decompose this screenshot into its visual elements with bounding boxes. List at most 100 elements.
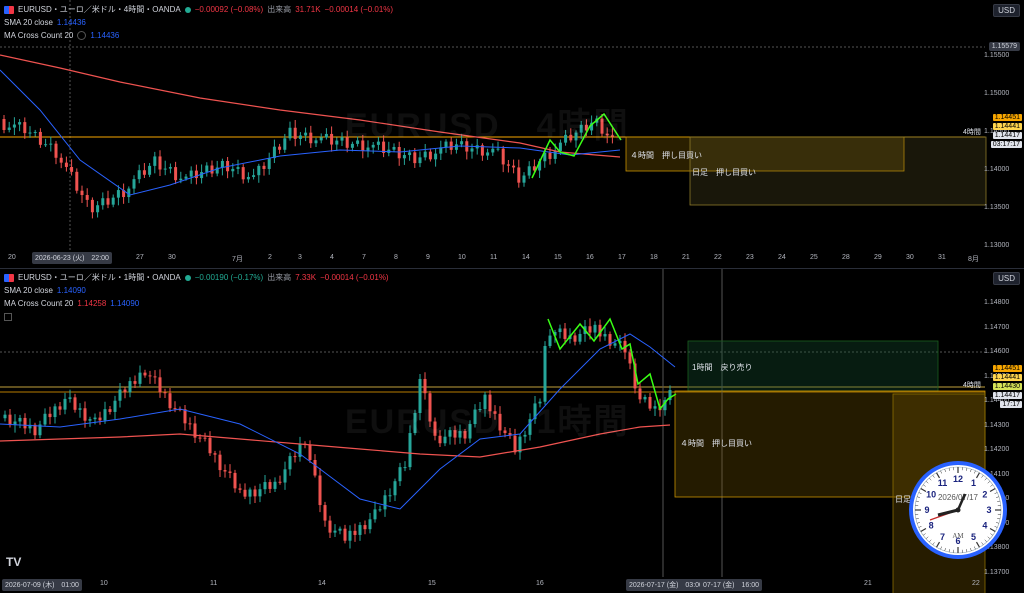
clock-date: 2026/07/17 xyxy=(938,493,979,502)
tradingview-logo[interactable]: TV xyxy=(6,555,21,569)
time-tick: 14 xyxy=(318,580,326,587)
candle-body xyxy=(143,170,146,175)
ma-cross-label[interactable]: MA Cross Count 20 xyxy=(4,29,73,42)
ma-cross-value-2: 1.14090 xyxy=(110,297,139,310)
annotation-1h-sell: 1時間 戻り売り xyxy=(692,362,752,373)
currency-selector[interactable]: USD xyxy=(993,4,1020,17)
symbol-title[interactable]: EURUSD・ユーロ／米ドル・1時間・OANDA xyxy=(18,271,181,284)
ma-cross-label[interactable]: MA Cross Count 20 xyxy=(4,297,73,310)
time-tick: 17 xyxy=(618,254,626,261)
candle-body xyxy=(74,397,77,409)
candle-body xyxy=(319,476,322,506)
price-box: 03:17:17 xyxy=(991,141,1022,148)
time-tick: 22 xyxy=(714,254,722,261)
candle-body xyxy=(185,177,188,179)
candle-body xyxy=(263,166,266,169)
candle-body xyxy=(359,525,362,535)
price-box: 1.14430 xyxy=(993,383,1022,390)
candle-body xyxy=(419,157,422,163)
candle-body xyxy=(517,167,520,182)
candle-body xyxy=(404,467,407,468)
price-tick: 1.15000 xyxy=(981,90,1024,97)
candle-body xyxy=(394,481,397,495)
candle-body xyxy=(60,158,63,163)
candle-body xyxy=(497,149,500,150)
symbol-title[interactable]: EURUSD・ユーロ／米ドル・4時間・OANDA xyxy=(18,3,181,16)
time-tick: 3 xyxy=(298,254,302,261)
sma-value: 1.14090 xyxy=(57,284,86,297)
side-tag-1h: 4時間 xyxy=(963,380,981,390)
candle-body xyxy=(219,455,222,470)
candle-body xyxy=(9,415,12,425)
currency-selector[interactable]: USD xyxy=(993,272,1020,285)
sma-label[interactable]: SMA 20 close xyxy=(4,16,53,29)
candle-body xyxy=(471,148,474,151)
chart-pane-4h[interactable]: EURUSD 4時間 EURUSD・ユーロ／米ドル・4時間・OANDA −0.0… xyxy=(0,0,1024,268)
svg-text:4: 4 xyxy=(982,521,987,531)
market-status-icon xyxy=(185,275,191,281)
time-tick: 28 xyxy=(842,254,850,261)
candle-body xyxy=(279,482,282,483)
candle-body xyxy=(109,409,112,412)
time-tick: 24 xyxy=(778,254,786,261)
candle-body xyxy=(148,166,151,175)
time-tick: 27 xyxy=(136,254,144,261)
candle-body xyxy=(239,488,242,489)
candle-body xyxy=(554,151,557,159)
analog-clock: 123456789101112 2026/07/17 AM xyxy=(908,460,1008,560)
chart-pane-1h[interactable]: EURUSD 1時間 EURUSD・ユーロ／米ドル・1時間・OANDA −0.0… xyxy=(0,268,1024,593)
sma-label[interactable]: SMA 20 close xyxy=(4,284,53,297)
hide-icon[interactable] xyxy=(77,31,86,40)
candle-body xyxy=(234,473,237,488)
candle-body xyxy=(104,409,107,420)
candle-body xyxy=(94,418,97,420)
time-tick: 7月 xyxy=(232,254,243,264)
volume-label: 出来高 xyxy=(267,3,291,16)
candle-body xyxy=(278,147,281,150)
candle-body xyxy=(367,148,370,151)
price-tick: 1.14800 xyxy=(981,299,1024,306)
candle-body xyxy=(54,406,57,417)
candle-body xyxy=(159,377,162,392)
candle-body xyxy=(119,390,122,401)
candle-body xyxy=(138,170,141,179)
crosshair-date-4h: 2026-06-23 (火) 22:00 xyxy=(32,252,112,264)
candle-body xyxy=(91,200,94,212)
candle-body xyxy=(408,152,411,155)
candle-body xyxy=(49,414,52,417)
price-tick: 1.13000 xyxy=(981,242,1024,249)
volume-value: 7.33K xyxy=(295,271,316,284)
price-change: −0.00092 (−0.08%) xyxy=(195,3,264,16)
watermark-4h: EURUSD 4時間 xyxy=(345,98,629,147)
price-box: 1.14441 xyxy=(993,123,1022,130)
candle-body xyxy=(574,335,577,341)
time-tick: 9 xyxy=(426,254,430,261)
time-tick: 25 xyxy=(810,254,818,261)
price-tick: 1.13500 xyxy=(981,204,1024,211)
candle-body xyxy=(304,133,307,136)
candle-body xyxy=(89,419,92,421)
candle-body xyxy=(13,125,16,128)
candle-body xyxy=(79,408,82,410)
candle-body xyxy=(96,205,99,212)
candle-body xyxy=(413,152,416,163)
candle-body xyxy=(134,381,137,384)
candle-body xyxy=(129,381,132,392)
candle-body xyxy=(374,509,377,519)
candle-body xyxy=(589,326,592,332)
candle-body xyxy=(614,343,617,345)
candle-body xyxy=(221,161,224,168)
svg-text:8: 8 xyxy=(929,521,934,531)
candle-body xyxy=(75,172,78,191)
candle-body xyxy=(349,531,352,541)
candle-body xyxy=(335,141,338,145)
price-box: 1.14417 xyxy=(993,392,1022,399)
time-tick: 11 xyxy=(490,254,497,261)
collapse-icon[interactable] xyxy=(4,313,12,321)
price-tick: 1.15500 xyxy=(981,52,1024,59)
volume-value: 31.71K xyxy=(295,3,320,16)
time-tick: 29 xyxy=(874,254,882,261)
svg-text:2: 2 xyxy=(982,490,987,500)
candle-body xyxy=(99,418,102,421)
price-tick: 1.14200 xyxy=(981,446,1024,453)
